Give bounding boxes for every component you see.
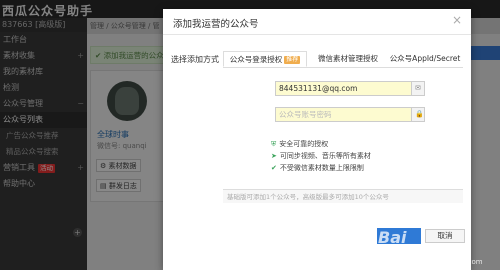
tab-material-auth[interactable]: 微信素材管理授权 — [311, 51, 385, 67]
feature-item: ➤ 可同步视频、音乐等所有素材 — [271, 152, 371, 160]
add-account-dialog: 添加我运营的公众号 × 选择添加方式 公众号登录授权 推荐 微信素材管理授权 公众… — [163, 9, 471, 270]
cancel-button[interactable]: 取消 — [425, 229, 465, 243]
dialog-title: 添加我运营的公众号 — [173, 19, 259, 30]
watermark-logo: Bai — [378, 228, 407, 247]
dialog-header: 添加我运营的公众号 × — [163, 9, 471, 35]
check-icon: ✔ — [271, 164, 277, 172]
send-icon: ➤ — [271, 152, 277, 160]
email-field[interactable]: 844531131@qq.com — [275, 81, 412, 96]
email-addon: ✉ — [412, 81, 425, 96]
method-label: 选择添加方式 — [171, 55, 219, 64]
lock-icon: 🔒 — [415, 110, 424, 118]
password-field[interactable]: 公众号账号密码 — [275, 107, 412, 122]
close-icon[interactable]: × — [452, 13, 462, 27]
feature-item: ✔ 不受微信素材数量上限限制 — [271, 164, 364, 172]
shield-icon: ⛨ — [271, 140, 277, 148]
recommend-badge: 推荐 — [284, 56, 301, 64]
envelope-icon: ✉ — [415, 84, 421, 92]
password-addon: 🔒 — [412, 107, 425, 122]
limit-note: 基础版可添加1个公众号，高级版最多可添加10个公众号 — [223, 189, 463, 203]
tab-login-auth[interactable]: 公众号登录授权 推荐 — [223, 51, 307, 67]
tab-appid-secret[interactable]: 公众号AppId/Secret — [387, 51, 463, 67]
feature-item: ⛨ 安全可靠的授权 — [271, 140, 329, 148]
watermark-url: jingyan.baidu.com — [418, 258, 483, 266]
method-tabs: 公众号登录授权 推荐 微信素材管理授权 公众号AppId/Secret — [223, 51, 463, 68]
